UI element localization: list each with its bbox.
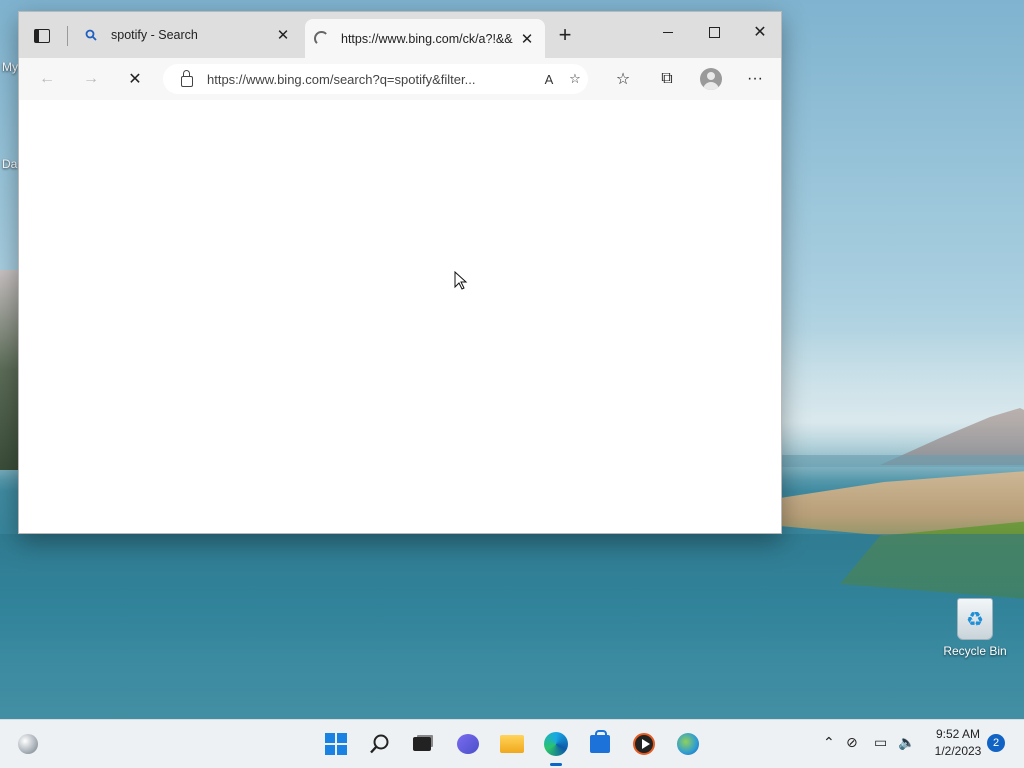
address-url[interactable]: https://www.bing.com/search?q=spotify&fi… <box>207 72 536 87</box>
tab-title: https://www.bing.com/ck/a?!&& <box>341 31 513 46</box>
notification-badge[interactable]: 2 <box>987 734 1005 752</box>
folder-icon <box>500 735 524 753</box>
onedrive-off-icon[interactable]: ⊘ <box>846 734 858 751</box>
store-icon <box>590 730 610 753</box>
chat-icon <box>457 734 479 754</box>
task-view-button[interactable] <box>406 728 438 760</box>
profile-button[interactable] <box>697 65 725 93</box>
chat-button[interactable] <box>452 728 484 760</box>
tab-actions-button[interactable] <box>27 22 57 50</box>
play-icon <box>633 733 655 755</box>
network-icon[interactable]: ▭ <box>874 734 887 751</box>
back-button[interactable]: ← <box>33 65 61 93</box>
tab-bing-redirect[interactable]: https://www.bing.com/ck/a?!&& ✕ <box>305 19 545 58</box>
taskbar: ⌃ ⊘ ▭ 🔈 9:52 AM 1/2/2023 2 <box>0 719 1024 768</box>
edge-button[interactable] <box>540 728 572 760</box>
recycle-bin-icon: ♻ <box>957 598 993 640</box>
search-icon <box>370 734 389 754</box>
wallpaper-lake <box>0 534 1024 720</box>
weather-icon <box>18 734 38 754</box>
clock[interactable]: 9:52 AM 1/2/2023 <box>928 726 988 760</box>
recycle-bin-desktop-icon[interactable]: ♻ Recycle Bin <box>940 598 1010 658</box>
windows-logo-icon <box>325 733 347 755</box>
loading-spinner-icon <box>313 31 329 47</box>
tab-separator <box>67 26 68 46</box>
read-aloud-icon[interactable]: A <box>536 72 562 87</box>
start-button[interactable] <box>320 728 352 760</box>
collections-button[interactable]: ⧉ <box>653 65 681 93</box>
show-hidden-icons-chevron-icon[interactable]: ⌃ <box>823 734 835 751</box>
widgets-button[interactable] <box>12 728 44 760</box>
volume-icon[interactable]: 🔈 <box>898 734 915 751</box>
search-button[interactable] <box>364 728 396 760</box>
file-explorer-button[interactable] <box>496 728 528 760</box>
desktop-icon-label-partial[interactable]: My <box>2 60 18 74</box>
tab-title: spotify - Search <box>111 28 198 42</box>
wallpaper-shoreline <box>782 455 1024 467</box>
search-icon <box>83 27 99 43</box>
recycle-bin-label: Recycle Bin <box>943 644 1007 658</box>
maximize-button[interactable] <box>691 12 737 52</box>
minimize-icon <box>663 31 673 33</box>
tab-close-button[interactable]: ✕ <box>517 30 537 48</box>
close-window-button[interactable]: ✕ <box>737 12 783 52</box>
address-bar[interactable]: https://www.bing.com/search?q=spotify&fi… <box>163 64 588 94</box>
stop-loading-button[interactable]: ✕ <box>121 65 149 93</box>
tab-spotify-search[interactable]: spotify - Search ✕ <box>75 18 301 52</box>
active-app-indicator <box>550 763 562 766</box>
tab-actions-icon <box>34 29 50 43</box>
new-tab-button[interactable]: + <box>553 24 577 48</box>
wallpaper-left-hill <box>0 270 20 470</box>
tab-close-button[interactable]: ✕ <box>273 26 293 44</box>
page-content[interactable] <box>19 100 781 533</box>
add-favorite-icon[interactable]: ☆ <box>562 71 588 87</box>
favorites-button[interactable]: ☆ <box>609 65 637 93</box>
globe-app-button[interactable] <box>672 728 704 760</box>
avatar <box>700 68 722 90</box>
globe-icon <box>677 733 699 755</box>
media-player-button[interactable] <box>628 728 660 760</box>
lock-icon[interactable] <box>181 69 193 87</box>
minimize-button[interactable] <box>645 12 691 52</box>
close-icon: ✕ <box>753 24 767 41</box>
store-button[interactable] <box>584 728 616 760</box>
more-menu-button[interactable]: ··· <box>741 65 769 93</box>
browser-titlebar: spotify - Search ✕ https://www.bing.com/… <box>19 12 781 58</box>
task-view-icon <box>413 737 431 751</box>
clock-time: 9:52 AM <box>935 727 981 741</box>
edge-icon <box>544 732 568 756</box>
maximize-icon <box>708 26 720 38</box>
clock-date: 1/2/2023 <box>934 744 982 758</box>
desktop-icon-label-partial[interactable]: Da <box>2 157 17 171</box>
browser-window: spotify - Search ✕ https://www.bing.com/… <box>18 11 782 534</box>
browser-toolbar: ← → ✕ https://www.bing.com/search?q=spot… <box>19 58 781 101</box>
forward-button[interactable]: → <box>77 65 105 93</box>
